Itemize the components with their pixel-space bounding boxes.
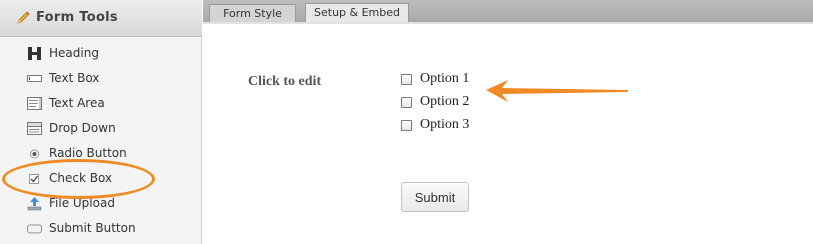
checkbox[interactable] [401,120,412,131]
tool-label: Submit Button [49,221,136,235]
option-label: Option 1 [420,71,470,86]
pencil-icon [17,11,30,24]
option-label: Option 3 [420,117,470,132]
checkbox[interactable] [401,97,412,108]
sidebar-header: Form Tools [0,0,202,37]
tool-list: Heading Text Box Text Area Drop Down Rad… [0,41,202,241]
tool-label: Drop Down [49,121,116,135]
tool-label: Text Area [49,96,105,110]
textarea-icon [27,97,42,110]
dropdown-icon [27,122,42,135]
radio-icon [30,149,39,159]
tool-label: Radio Button [49,146,127,160]
tool-text-area[interactable]: Text Area [0,91,202,116]
tool-label: Heading [49,46,99,60]
upload-icon [27,197,42,211]
annotation-arrow-icon [486,80,628,102]
checkbox[interactable] [401,74,412,85]
submit-button[interactable]: Submit [401,182,469,212]
heading-icon [28,47,41,60]
form-tools-sidebar: Form Tools Heading Text Box Text Area Dr… [0,0,202,244]
tab-form-style[interactable]: Form Style [209,4,296,22]
tool-label: Text Box [49,71,100,85]
tab-underline [203,22,813,24]
tool-drop-down[interactable]: Drop Down [0,116,202,141]
textbox-icon [27,75,42,82]
option-label: Option 2 [420,94,470,109]
tab-setup-embed[interactable]: Setup & Embed [305,3,409,22]
question-label[interactable]: Click to edit [248,74,321,90]
sidebar-title: Form Tools [36,10,118,25]
tool-submit-button[interactable]: Submit Button [0,216,202,241]
tool-text-box[interactable]: Text Box [0,66,202,91]
submit-button-icon [27,224,42,234]
highlight-oval [2,159,155,199]
tool-heading[interactable]: Heading [0,41,202,66]
